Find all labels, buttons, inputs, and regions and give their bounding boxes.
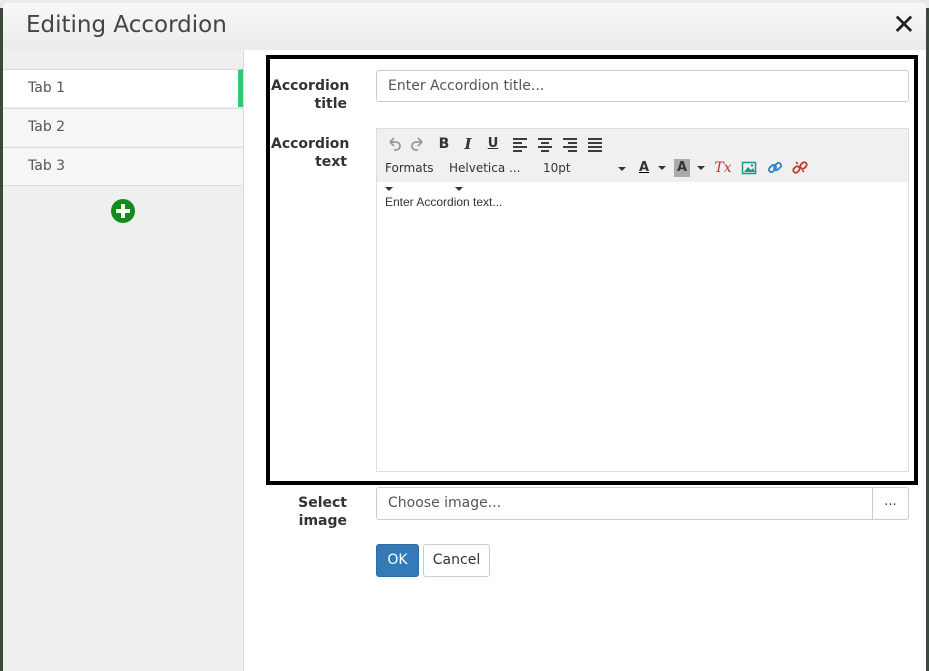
dialog-header: Editing Accordion ✕	[3, 3, 926, 50]
focus-highlight-frame	[266, 55, 918, 485]
ok-button[interactable]: OK	[376, 544, 419, 577]
close-icon: ✕	[892, 8, 916, 41]
editing-accordion-dialog: Editing Accordion ✕ Tab 1 Tab 2 Tab 3 Ac…	[3, 3, 926, 671]
select-image-label: Select image	[298, 495, 347, 529]
sidebar-tab-3[interactable]: Tab 3	[3, 147, 243, 186]
cancel-button[interactable]: Cancel	[423, 544, 490, 577]
add-tab-button[interactable]	[111, 199, 135, 223]
tab-label: Tab 3	[28, 158, 66, 174]
tab-label: Tab 2	[28, 119, 66, 135]
sidebar-tab-2[interactable]: Tab 2	[3, 108, 243, 146]
tab-label: Tab 1	[28, 80, 66, 96]
tabs-sidebar: Tab 1 Tab 2 Tab 3	[3, 50, 244, 671]
image-path-input[interactable]: Choose image...	[376, 487, 873, 520]
sidebar-tab-1[interactable]: Tab 1	[3, 69, 243, 107]
dialog-title: Editing Accordion	[26, 12, 227, 38]
browse-image-button[interactable]: ...	[872, 487, 909, 520]
close-button[interactable]: ✕	[892, 11, 916, 39]
